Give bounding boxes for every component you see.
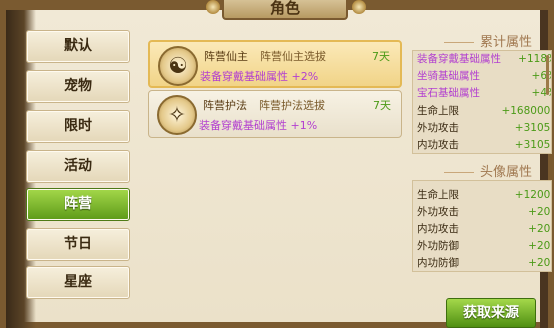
title-item[interactable]: ☯ 阵营仙主 阵营仙主选拔 7天 装备穿戴基础属性 +2% <box>148 40 402 88</box>
title-item[interactable]: ✧ 阵营护法 阵营护法选拔 7天 装备穿戴基础属性 +1% <box>148 90 402 138</box>
avatar-attributes-panel: 生命上限+12000 外功攻击+200 内功攻击+200 外功防御+200 内功… <box>412 180 552 272</box>
stat-row: 宝石基础属性+4% <box>417 87 551 99</box>
title-item-attribute: 装备穿戴基础属性 +2% <box>200 70 319 83</box>
stat-row: 内功攻击+31050 <box>417 139 551 151</box>
yin-yang-badge-icon: ☯ <box>158 46 198 86</box>
stat-row: 生命上限+12000 <box>417 189 551 201</box>
tab-default[interactable]: 默认 <box>26 30 130 63</box>
tab-festival[interactable]: 节日 <box>26 228 130 261</box>
stat-row: 外功攻击+31050 <box>417 122 551 134</box>
title-item-source: 阵营仙主选拔 <box>260 50 326 63</box>
stat-row: 外功防御+200 <box>417 240 551 252</box>
tab-pet[interactable]: 宠物 <box>26 70 130 103</box>
stat-row: 内功攻击+200 <box>417 223 551 235</box>
wings-badge-icon: ✧ <box>157 95 197 135</box>
tab-event[interactable]: 活动 <box>26 150 130 183</box>
cumulative-attributes-heading: 累计属性 <box>420 31 550 50</box>
scrollbar-thumb[interactable] <box>546 55 549 95</box>
title-item-duration: 7天 <box>372 50 390 63</box>
stat-row: 装备穿戴基础属性+118% <box>417 53 551 65</box>
title-item-source: 阵营护法选拔 <box>259 99 325 112</box>
stat-row: 生命上限 +1680000 <box>417 105 552 117</box>
title-ornament-right-icon <box>352 0 366 14</box>
tab-constellation[interactable]: 星座 <box>26 266 130 299</box>
tab-faction[interactable]: 阵营 <box>26 188 130 221</box>
avatar-attributes-heading: 头像属性 <box>420 161 550 180</box>
title-item-name: 阵营护法 <box>203 99 247 112</box>
cumulative-attributes-panel[interactable]: 装备穿戴基础属性+118% 坐骑基础属性+6% 宝石基础属性+4% 生命上限+1… <box>412 50 552 154</box>
title-ornament-left-icon <box>206 0 220 14</box>
title-item-attribute: 装备穿戴基础属性 +1% <box>199 119 318 132</box>
stat-row: 内功防御+200 <box>417 257 551 269</box>
title-item-duration: 7天 <box>373 99 391 112</box>
title-item-name: 阵营仙主 <box>204 50 248 63</box>
get-source-button[interactable]: 获取来源 <box>446 298 536 328</box>
stat-row: 坐骑基础属性+6% <box>417 70 551 82</box>
stat-row: 外功攻击+200 <box>417 206 551 218</box>
tab-limited[interactable]: 限时 <box>26 110 130 143</box>
window-title: 角色 <box>222 0 348 20</box>
